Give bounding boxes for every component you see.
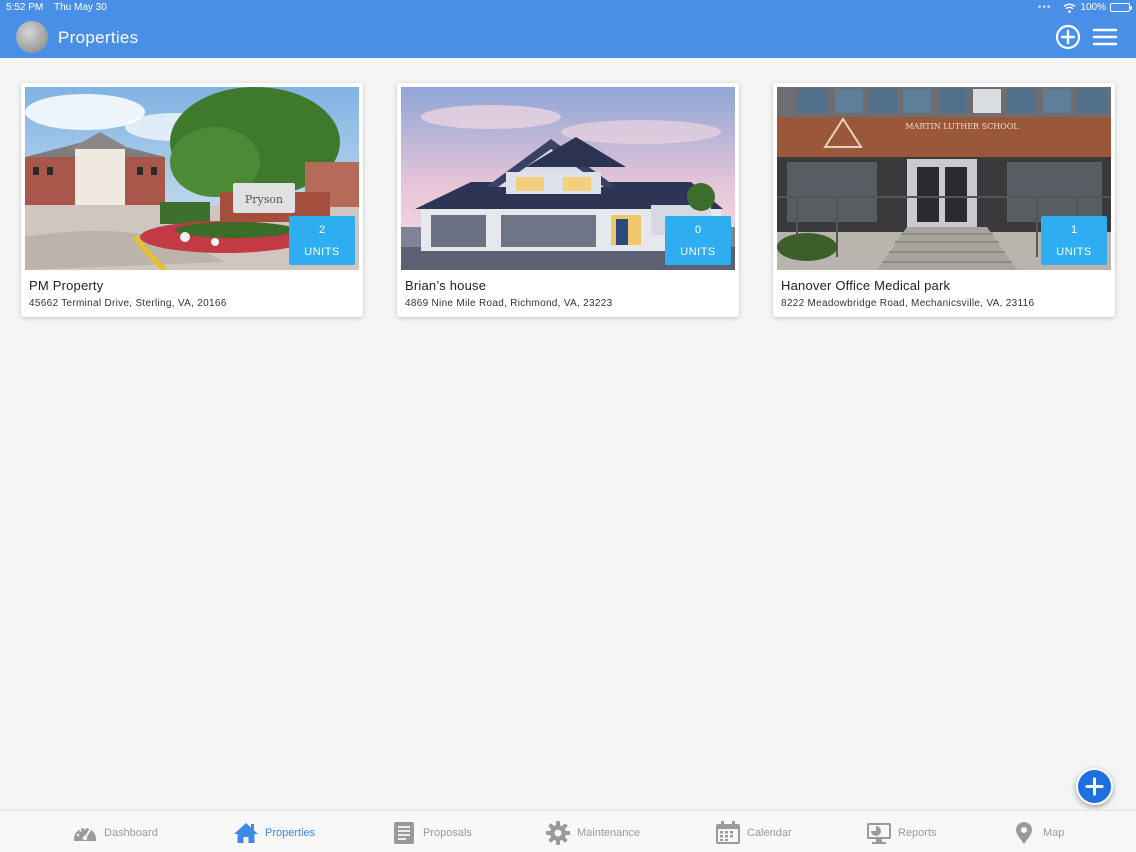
tab-label: Dashboard [104, 827, 158, 839]
calendar-icon [716, 821, 740, 844]
monitor-chart-icon [867, 823, 891, 844]
units-badge: 1 UNITS [1041, 216, 1107, 265]
status-bar: 5:52 PM Thu May 30 ••• 100% [6, 2, 1132, 16]
property-card-hanover-office[interactable]: MARTIN LUTHER SCHOOL 1 UNITS Hanover Off… [773, 83, 1115, 317]
tab-map[interactable]: Map [1011, 820, 1064, 846]
document-icon [394, 822, 414, 844]
tab-label: Reports [898, 827, 937, 839]
wifi-icon [1063, 3, 1076, 13]
app-header: 5:52 PM Thu May 30 ••• 100% Properties [0, 0, 1136, 58]
units-label: UNITS [1056, 246, 1092, 258]
sign-text: MARTIN LUTHER SCHOOL [905, 122, 1019, 131]
units-label: UNITS [304, 246, 340, 258]
tab-calendar[interactable]: Calendar [715, 820, 792, 846]
property-card-brians-house[interactable]: 0 UNITS Brian’s house 4869 Nine Mile Roa… [397, 83, 739, 317]
status-indicators: ••• 100% [1037, 2, 1132, 13]
property-card-pm-property[interactable]: Pryson 2 UNITS PM Property 45662 Termina… [21, 83, 363, 317]
battery-icon [1110, 3, 1132, 12]
map-pin-icon [1016, 822, 1032, 844]
sign-text: Pryson [245, 193, 283, 206]
tab-label: Map [1043, 827, 1065, 839]
gauge-icon [74, 827, 96, 841]
hamburger-menu-icon[interactable] [1092, 24, 1118, 50]
units-count: 1 [1070, 224, 1078, 236]
tab-reports[interactable]: Reports [866, 820, 937, 846]
status-date: Thu May 30 [54, 2, 107, 13]
bottom-tab-bar: Dashboard Properties Proposals Maintenan… [0, 810, 1136, 852]
property-name: Brian’s house [405, 278, 487, 293]
multitasking-dots-icon: ••• [1037, 2, 1052, 13]
gear-icon [546, 821, 570, 845]
property-name: Hanover Office Medical park [781, 278, 951, 293]
battery-percent: 100% [1080, 2, 1106, 13]
units-badge: 2 UNITS [289, 216, 355, 265]
units-label: UNITS [680, 246, 716, 258]
tab-maintenance[interactable]: Maintenance [545, 820, 640, 846]
units-count: 2 [318, 224, 326, 236]
property-address: 4869 Nine Mile Road, Richmond, VA, 23223 [405, 298, 613, 309]
units-badge: 0 UNITS [665, 216, 731, 265]
property-name: PM Property [29, 278, 104, 293]
property-address: 8222 Meadowbridge Road, Mechanicsville, … [781, 298, 1035, 309]
property-address: 45662 Terminal Drive, Sterling, VA, 2016… [29, 298, 227, 309]
units-count: 0 [694, 224, 702, 236]
tab-label: Calendar [747, 827, 792, 839]
tab-label: Proposals [423, 827, 472, 839]
tab-proposals[interactable]: Proposals [391, 820, 472, 846]
page-title: Properties [58, 28, 139, 47]
tab-properties[interactable]: Properties [233, 820, 315, 846]
status-time: 5:52 PM [6, 2, 44, 13]
tab-dashboard[interactable]: Dashboard [72, 820, 158, 846]
tab-label: Maintenance [577, 827, 640, 839]
add-property-button[interactable] [1076, 768, 1113, 805]
avatar[interactable] [16, 21, 48, 53]
tab-label: Properties [265, 827, 316, 839]
add-circle-icon[interactable] [1055, 24, 1081, 50]
home-icon [234, 823, 258, 843]
plus-icon [1085, 777, 1104, 796]
